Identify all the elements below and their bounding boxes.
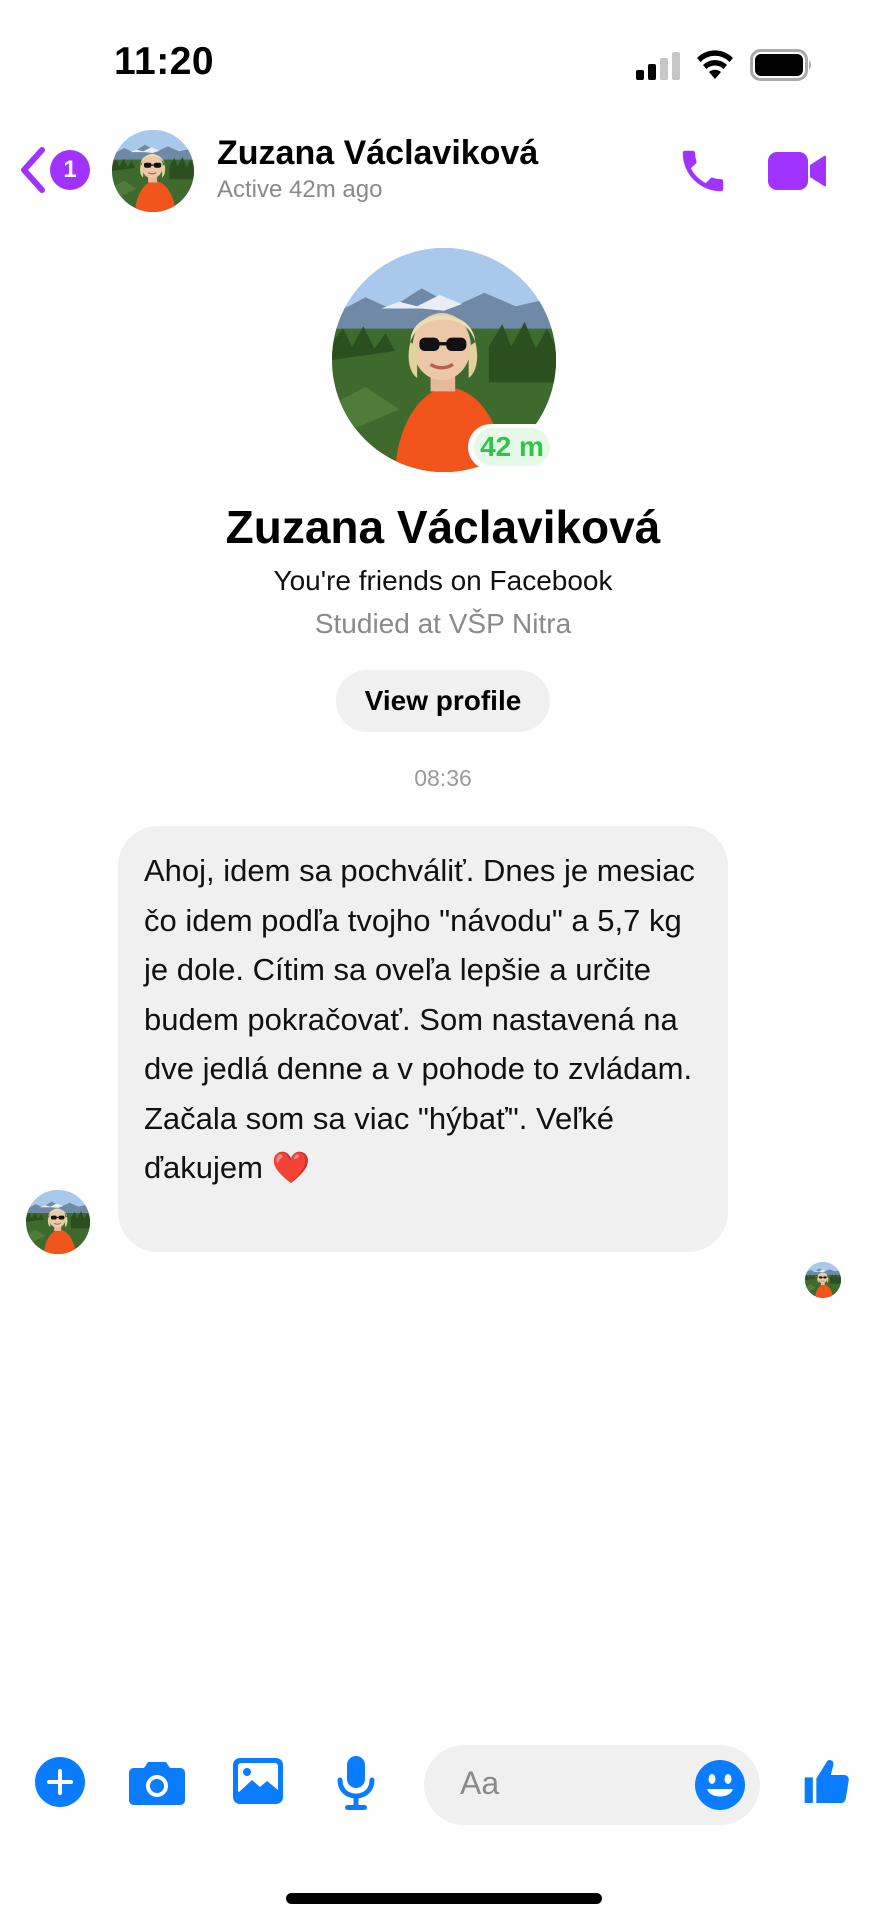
view-profile-button[interactable]: View profile — [336, 670, 550, 732]
header-avatar[interactable] — [112, 130, 194, 212]
status-bar-time: 11:20 — [114, 40, 215, 83]
message-input-placeholder: Aa — [460, 1765, 500, 1801]
camera-icon[interactable] — [128, 1758, 186, 1806]
thumbs-up-icon[interactable] — [800, 1754, 856, 1810]
friends-info: You're friends on Facebook — [273, 565, 613, 596]
battery-icon — [750, 49, 811, 81]
message-timestamp: 08:36 — [414, 765, 472, 791]
wifi-icon — [697, 50, 733, 79]
message-text: Ahoj, idem sa pochváliť. Dnes je mesiac … — [144, 853, 695, 1185]
back-button[interactable]: 1 — [16, 140, 96, 200]
signal-icon — [636, 52, 680, 80]
plus-icon[interactable] — [34, 1756, 86, 1808]
back-chevron-icon — [21, 147, 45, 193]
video-camera-icon[interactable] — [766, 146, 828, 196]
sender-avatar[interactable] — [26, 1190, 90, 1254]
home-indicator — [286, 1893, 602, 1904]
microphone-icon[interactable] — [336, 1754, 376, 1812]
unread-count-badge: 1 — [50, 150, 90, 190]
active-time-label: 42 m — [474, 428, 550, 466]
phone-icon[interactable] — [676, 144, 730, 198]
active-status: Active 42m ago — [217, 176, 383, 203]
image-icon[interactable] — [232, 1756, 284, 1806]
profile-name: Zuzana Václaviková — [225, 501, 661, 553]
contact-name[interactable]: Zuzana Václaviková — [217, 134, 538, 173]
education-info: Studied at VŠP Nitra — [314, 608, 572, 639]
seen-indicator-avatar — [805, 1262, 841, 1298]
emoji-icon[interactable] — [694, 1759, 746, 1811]
message-bubble[interactable]: Ahoj, idem sa pochváliť. Dnes je mesiac … — [118, 826, 728, 1252]
active-time-badge: 42 m — [468, 424, 556, 470]
